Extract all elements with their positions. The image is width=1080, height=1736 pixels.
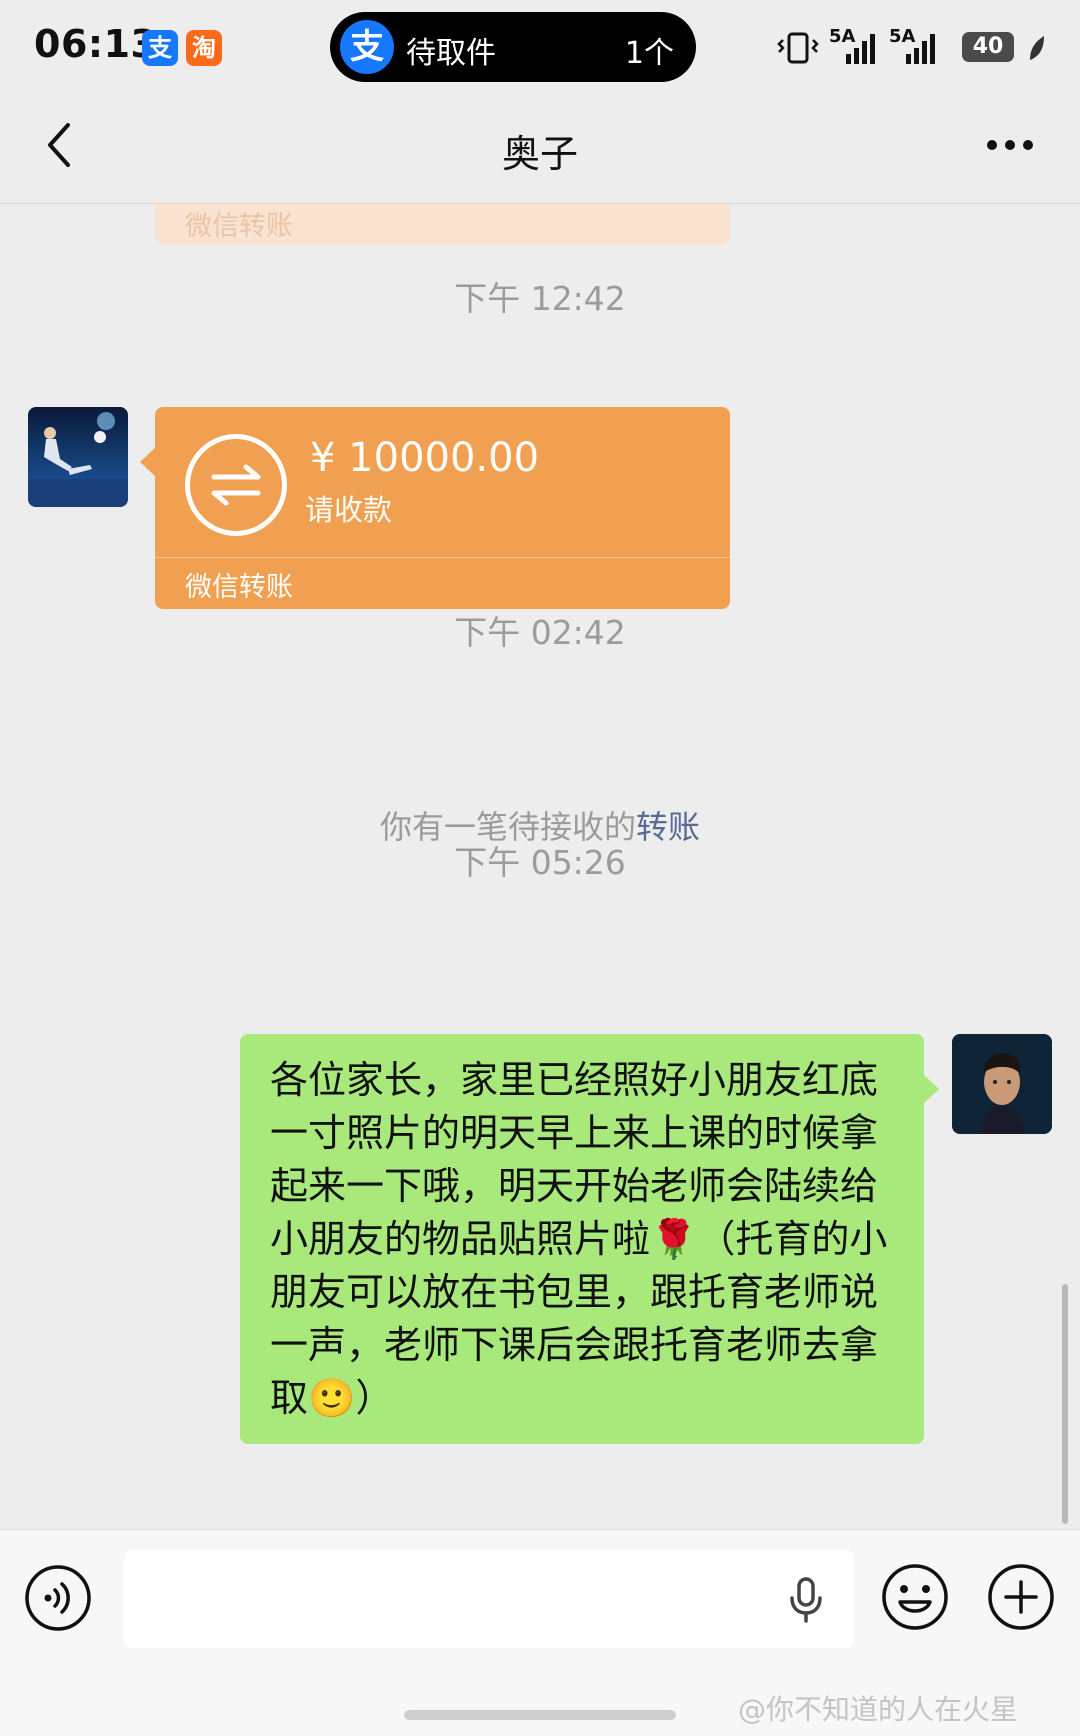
timestamp: 下午 02:42 [454, 613, 626, 652]
charging-leaf-icon [1030, 36, 1044, 60]
status-bar: 06:13 支 淘 支 待取件 1个 5A 5A 40 [0, 0, 1080, 95]
previous-transfer-card[interactable]: 微信转账 [155, 204, 730, 244]
dynamic-island-pickup[interactable]: 支 待取件 1个 [330, 12, 696, 82]
timestamp: 下午 12:42 [454, 279, 626, 318]
transfer-footer: 微信转账 [185, 572, 293, 603]
status-time: 06:13 [34, 22, 158, 66]
bubble-tail [140, 447, 156, 477]
signal-strength-1-icon [846, 34, 875, 64]
more-dots-icon[interactable] [980, 125, 1040, 165]
voice-icon[interactable] [24, 1564, 92, 1632]
home-indicator[interactable] [404, 1710, 676, 1720]
alipay-badge-icon: 支 [142, 30, 178, 66]
vibrate-icon [777, 32, 819, 64]
transfer-request-card[interactable]: ¥ 10000.00 请收款 微信转账 [140, 407, 730, 609]
my-avatar[interactable] [952, 1034, 1052, 1134]
emoji-icon[interactable] [880, 1562, 950, 1632]
island-pickup-count: 1个 [624, 36, 674, 71]
island-pickup-label: 待取件 [406, 36, 496, 71]
taobao-badge-icon: 淘 [186, 30, 222, 66]
message-input[interactable] [124, 1550, 854, 1648]
bubble-tail [923, 1074, 939, 1104]
chat-scrollbar[interactable] [1062, 1284, 1068, 1524]
divider [155, 557, 730, 558]
outgoing-message-bubble[interactable]: 各位家长，家里已经照好小朋友红底一寸照片的明天早上来上课的时候拿起来一下哦，明天… [240, 1034, 939, 1444]
alipay-logo-icon: 支 [340, 20, 394, 74]
battery-indicator: 40 [962, 32, 1014, 62]
outgoing-message-text: 各位家长，家里已经照好小朋友红底一寸照片的明天早上来上课的时候拿起来一下哦，明天… [270, 1058, 888, 1420]
transfer-arrows-icon [185, 434, 287, 536]
signal-strength-2-icon [906, 34, 935, 64]
transfer-amount: ¥ 10000.00 [310, 435, 540, 481]
chat-message-list[interactable]: 微信转账 下午 12:42 ¥ 10000.00 请收款 微信转账 下午 02:… [0, 204, 1080, 1529]
microphone-icon[interactable] [786, 1576, 826, 1624]
plus-icon[interactable] [986, 1562, 1056, 1632]
watermark: @你不知道的人在火星 [738, 1693, 1019, 1726]
transfer-status: 请收款 [305, 493, 393, 527]
contact-avatar[interactable] [28, 407, 128, 507]
chat-header: 奥子 [0, 95, 1080, 204]
chat-title: 奥子 [501, 132, 578, 176]
input-bar: @你不知道的人在火星 [0, 1529, 1080, 1736]
timestamp: 下午 05:26 [454, 843, 626, 882]
previous-transfer-footer: 微信转账 [185, 211, 293, 242]
